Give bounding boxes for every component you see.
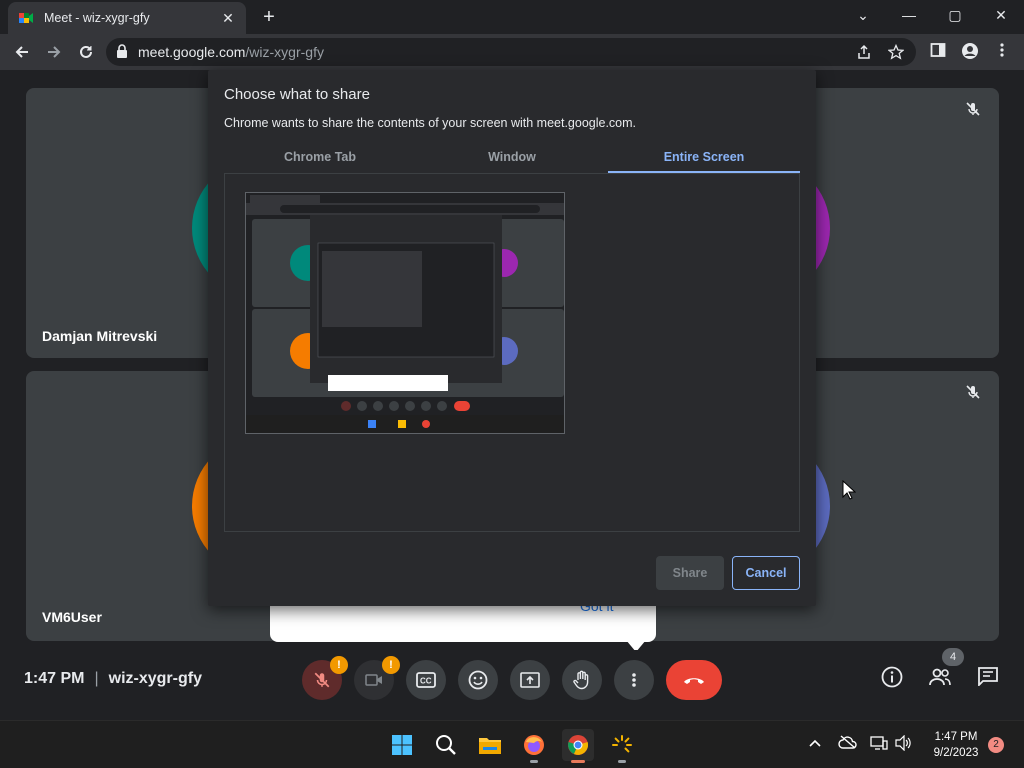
tray-overflow-chevron-icon[interactable] bbox=[808, 735, 822, 751]
captions-button[interactable]: CC bbox=[406, 660, 446, 700]
lock-icon bbox=[116, 43, 128, 61]
raise-hand-button[interactable] bbox=[562, 660, 602, 700]
end-call-icon bbox=[684, 678, 704, 684]
cloud-offline-icon[interactable] bbox=[838, 735, 858, 752]
volume-icon[interactable] bbox=[894, 734, 912, 754]
meet-control-bar: 1:47 PM | wiz-xygr-gfy ! ! CC 4 bbox=[0, 648, 1024, 720]
camera-off-icon bbox=[365, 674, 382, 686]
screen-share-dialog: Choose what to share Chrome wants to sha… bbox=[208, 70, 816, 606]
present-screen-button[interactable] bbox=[510, 660, 550, 700]
warning-badge-icon: ! bbox=[382, 656, 400, 674]
running-indicator bbox=[618, 760, 626, 763]
tab-window[interactable]: Window bbox=[416, 142, 608, 173]
address-bar[interactable]: meet.google.com/wiz-xygr-gfy bbox=[106, 38, 916, 66]
loading-app-icon[interactable] bbox=[606, 729, 638, 763]
meeting-time: 1:47 PM bbox=[24, 670, 85, 687]
more-vert-icon bbox=[632, 673, 636, 687]
file-explorer-icon[interactable] bbox=[474, 729, 506, 761]
share-button[interactable]: Share bbox=[656, 556, 724, 590]
emoji-icon bbox=[468, 670, 488, 690]
people-icon bbox=[929, 668, 951, 686]
tab-close-icon[interactable]: ✕ bbox=[220, 10, 236, 27]
participant-name: Damjan Mitrevski bbox=[42, 328, 158, 344]
firefox-icon[interactable] bbox=[518, 729, 550, 763]
meeting-separator: | bbox=[94, 670, 99, 687]
leave-call-button[interactable] bbox=[666, 660, 722, 700]
microphone-button[interactable]: ! bbox=[302, 656, 348, 700]
taskbar-time: 1:47 PM bbox=[934, 731, 978, 743]
people-button[interactable] bbox=[926, 666, 954, 694]
browser-tab-bar: Meet - wiz-xygr-gfy ✕ + ⌄ — ▢ ✕ bbox=[0, 0, 1024, 34]
more-options-button[interactable] bbox=[614, 660, 654, 700]
svg-text:CC: CC bbox=[420, 677, 432, 686]
mic-off-icon bbox=[961, 383, 985, 407]
taskbar-date: 9/2/2023 bbox=[933, 747, 979, 759]
side-panel-icon[interactable] bbox=[928, 42, 948, 62]
participant-name: VM6User bbox=[42, 609, 102, 625]
tab-chrome-tab[interactable]: Chrome Tab bbox=[224, 142, 416, 173]
cancel-button[interactable]: Cancel bbox=[732, 556, 800, 590]
reactions-button[interactable] bbox=[458, 660, 498, 700]
windows-taskbar: 1:47 PM 9/2/2023 2 bbox=[0, 720, 1024, 768]
forward-arrow-icon[interactable] bbox=[38, 38, 70, 66]
tab-entire-screen[interactable]: Entire Screen bbox=[608, 142, 800, 173]
search-icon[interactable] bbox=[430, 729, 462, 761]
chrome-icon[interactable] bbox=[562, 729, 594, 763]
dialog-subtitle: Chrome wants to share the contents of yo… bbox=[224, 116, 637, 130]
mouse-cursor-icon bbox=[842, 479, 857, 505]
chat-button[interactable] bbox=[974, 666, 1002, 694]
url-host: meet.google.com bbox=[138, 44, 246, 60]
minimize-button[interactable]: — bbox=[886, 4, 932, 26]
meeting-info: 1:47 PM | wiz-xygr-gfy bbox=[24, 670, 202, 688]
entire-screen-thumbnail[interactable] bbox=[245, 192, 565, 434]
back-arrow-icon[interactable] bbox=[6, 38, 38, 66]
close-window-button[interactable]: ✕ bbox=[978, 4, 1024, 26]
windows-start-icon[interactable] bbox=[386, 729, 418, 761]
hand-icon bbox=[573, 670, 589, 690]
new-tab-button[interactable]: + bbox=[258, 6, 280, 29]
warning-badge-icon: ! bbox=[330, 656, 348, 674]
meeting-code: wiz-xygr-gfy bbox=[108, 670, 202, 687]
closed-captions-icon: CC bbox=[416, 672, 436, 688]
tab-search-icon[interactable]: ⌄ bbox=[840, 4, 886, 26]
tab-title: Meet - wiz-xygr-gfy bbox=[44, 11, 150, 25]
screen-preview-image bbox=[246, 193, 564, 433]
restore-button[interactable]: ▢ bbox=[932, 4, 978, 26]
meet-favicon-icon bbox=[18, 10, 34, 26]
browser-tab-meet[interactable]: Meet - wiz-xygr-gfy ✕ bbox=[8, 2, 246, 34]
browser-toolbar: meet.google.com/wiz-xygr-gfy bbox=[0, 34, 1024, 70]
running-indicator bbox=[530, 760, 538, 763]
reload-icon[interactable] bbox=[70, 38, 102, 66]
mic-off-icon bbox=[961, 100, 985, 124]
url-path: /wiz-xygr-gfy bbox=[245, 44, 324, 60]
share-source-pane bbox=[224, 174, 800, 532]
participants-count-badge: 4 bbox=[942, 648, 964, 666]
profile-avatar-icon[interactable] bbox=[960, 42, 980, 64]
share-page-icon[interactable] bbox=[856, 44, 872, 63]
notification-count-badge[interactable]: 2 bbox=[988, 737, 1004, 753]
dialog-title: Choose what to share bbox=[224, 86, 370, 103]
present-icon bbox=[520, 672, 540, 688]
mic-off-icon bbox=[314, 672, 330, 688]
share-source-tabs: Chrome Tab Window Entire Screen bbox=[224, 142, 800, 174]
taskbar-clock[interactable]: 1:47 PM 9/2/2023 bbox=[928, 729, 984, 761]
meeting-details-button[interactable] bbox=[878, 666, 906, 694]
browser-menu-icon[interactable] bbox=[992, 42, 1012, 62]
info-icon bbox=[881, 666, 903, 688]
chat-icon bbox=[978, 667, 998, 688]
running-indicator bbox=[571, 760, 585, 763]
network-icon[interactable] bbox=[870, 735, 888, 754]
bookmark-star-icon[interactable] bbox=[887, 43, 905, 63]
camera-button[interactable]: ! bbox=[354, 656, 400, 700]
